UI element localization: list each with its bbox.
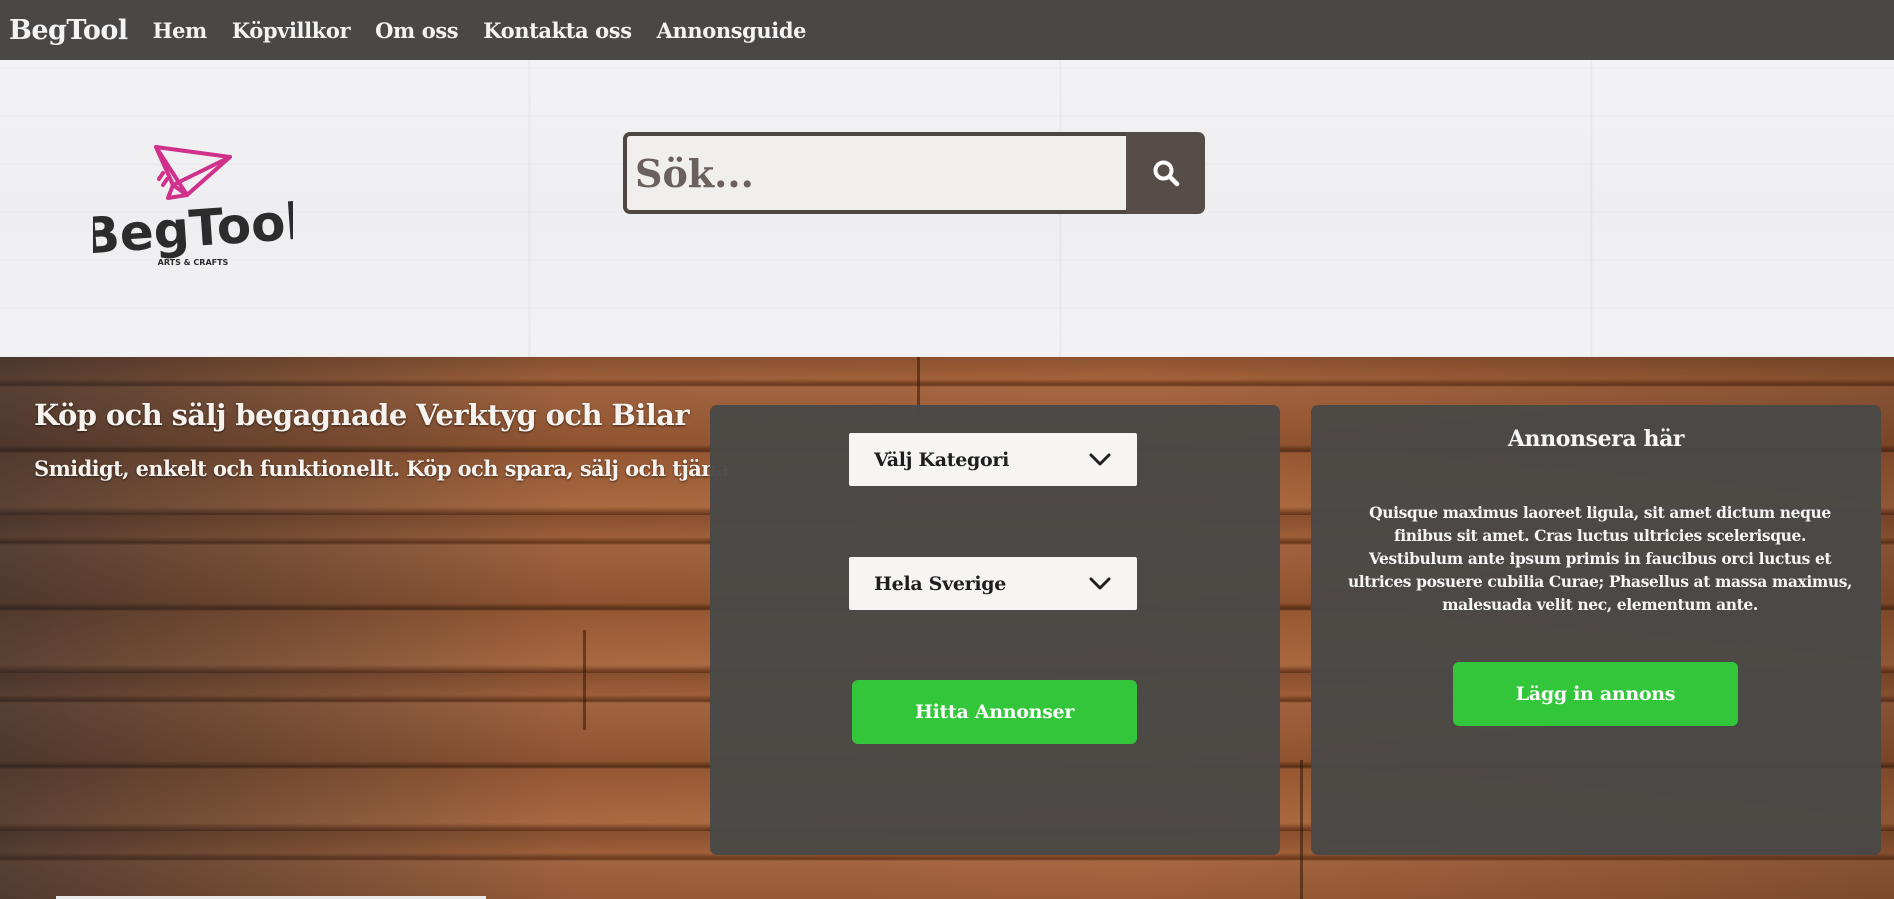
advertise-title: Annonsera här: [1507, 426, 1685, 452]
nav-brand[interactable]: BegTool: [9, 15, 128, 46]
plank-seam: [583, 630, 586, 730]
search-button[interactable]: [1126, 132, 1205, 214]
find-ads-button[interactable]: Hitta Annonser: [852, 680, 1137, 744]
hero-subtitle: Smidigt, enkelt och funktionellt. Köp oc…: [34, 456, 729, 481]
logo-tagline: ARTS & CRAFTS: [158, 258, 229, 267]
advertise-text: Quisque maximus laoreet ligula, sit amet…: [1347, 503, 1853, 614]
region-select[interactable]: Hela Sverige: [849, 557, 1137, 610]
search-icon: [1153, 160, 1179, 187]
nav-link-kopvillkor[interactable]: Köpvillkor: [232, 18, 351, 43]
chevron-down-icon: [1089, 577, 1111, 589]
nav-link-annonsguide[interactable]: Annonsguide: [657, 18, 807, 43]
paper-plane-icon: [154, 145, 232, 200]
top-nav: BegTool Hem Köpvillkor Om oss Kontakta o…: [0, 0, 1894, 60]
search-bar: [623, 132, 1205, 214]
filter-panel: Välj Kategori Hela Sverige Hitta Annonse…: [710, 405, 1280, 855]
chevron-down-icon: [1089, 453, 1111, 465]
nav-link-hem[interactable]: Hem: [153, 18, 208, 43]
plank-seam: [1300, 760, 1303, 899]
category-select[interactable]: Välj Kategori: [849, 433, 1137, 486]
nav-link-om-oss[interactable]: Om oss: [375, 18, 458, 43]
nav-link-kontakta-oss[interactable]: Kontakta oss: [483, 18, 632, 43]
region-select-label: Hela Sverige: [874, 572, 1007, 595]
search-input[interactable]: [623, 132, 1126, 214]
place-ad-button[interactable]: Lägg in annons: [1453, 662, 1738, 726]
logo-wordmark: BegTool: [93, 192, 293, 265]
site-logo[interactable]: BegTool ARTS & CRAFTS: [93, 143, 293, 275]
advertise-panel: Annonsera här Quisque maximus laoreet li…: [1311, 405, 1881, 855]
category-select-label: Välj Kategori: [874, 448, 1009, 471]
hero-title: Köp och sälj begagnade Verktyg och Bilar: [34, 398, 690, 432]
